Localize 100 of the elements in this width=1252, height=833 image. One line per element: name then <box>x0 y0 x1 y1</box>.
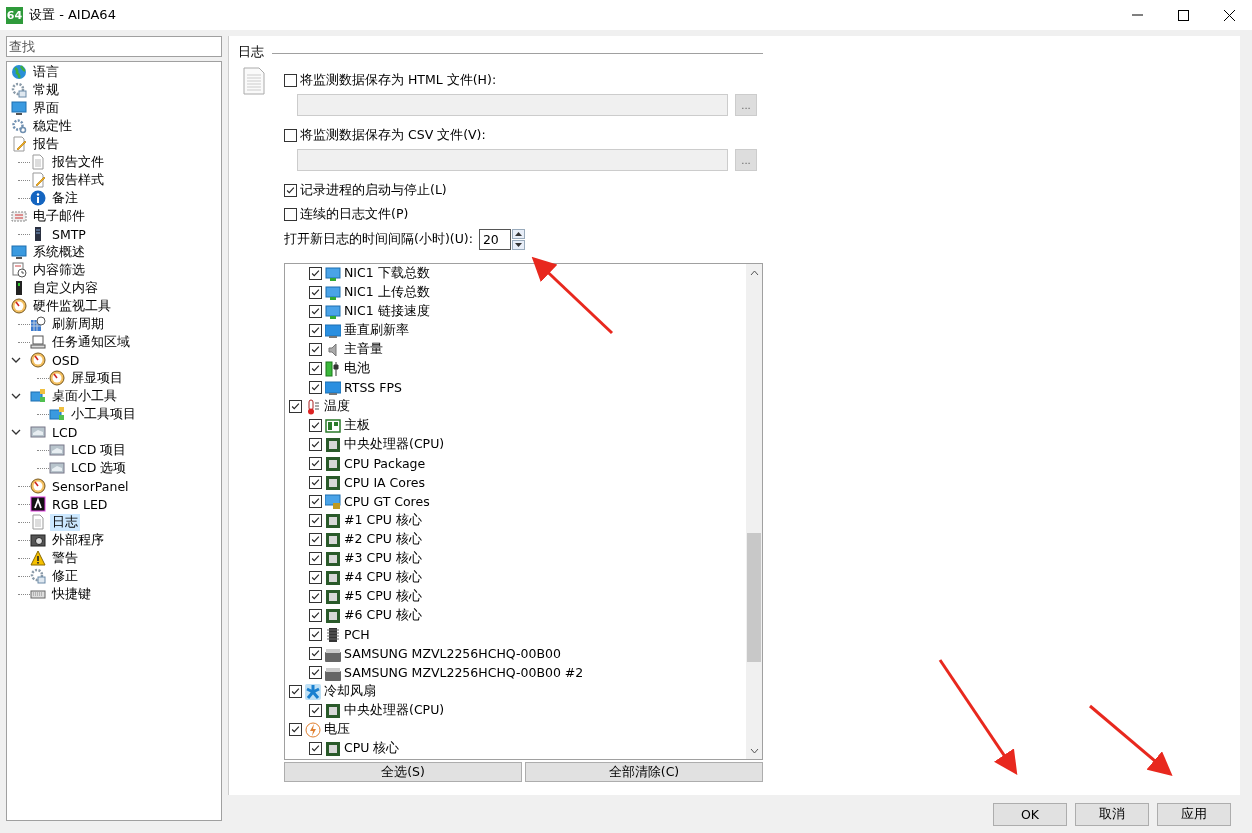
close-icon[interactable] <box>1223 9 1235 21</box>
list-button[interactable]: 全选(S) <box>284 762 522 782</box>
lcd-icon <box>49 460 65 476</box>
chevron-icon[interactable] <box>11 427 21 437</box>
dialog-button[interactable]: 应用 <box>1157 802 1231 826</box>
chip-icon <box>325 474 341 491</box>
tree-item[interactable]: 常规 <box>31 81 61 99</box>
checkbox[interactable] <box>309 419 322 432</box>
sensor-label: PCH <box>344 627 370 642</box>
checkbox[interactable] <box>309 457 322 470</box>
checkbox[interactable] <box>309 590 322 603</box>
checkbox[interactable] <box>309 647 322 660</box>
thermometer-icon <box>305 398 321 415</box>
scroll-thumb[interactable] <box>747 533 761 662</box>
fan-icon <box>305 683 321 700</box>
battery-plug-icon <box>325 360 341 377</box>
tree-item[interactable]: 警告 <box>50 549 80 567</box>
checkbox[interactable] <box>289 723 302 736</box>
checkbox[interactable] <box>284 207 297 221</box>
chevron-up-icon[interactable] <box>749 269 759 276</box>
dialog-button[interactable]: 取消 <box>1075 802 1149 826</box>
sensor-label: RTSS FPS <box>344 380 402 395</box>
checkbox[interactable] <box>309 305 322 318</box>
checkbox[interactable] <box>309 514 322 527</box>
tree-item[interactable]: LCD <box>50 424 80 440</box>
maximize-icon[interactable] <box>1177 9 1189 21</box>
tree-item[interactable]: 系统概述 <box>31 243 87 261</box>
checkbox[interactable] <box>309 343 322 356</box>
chevron-icon[interactable] <box>11 391 21 401</box>
chip-icon <box>325 531 341 548</box>
checkbox[interactable] <box>309 666 322 679</box>
checkbox-label: 将监测数据保存为 CSV 文件(V): <box>300 126 486 144</box>
tree-item[interactable]: SMTP <box>50 226 88 242</box>
search-field[interactable]: 查找 <box>6 36 222 57</box>
checkbox[interactable] <box>309 571 322 584</box>
checkbox[interactable] <box>309 609 322 622</box>
tree-item[interactable]: OSD <box>50 352 82 368</box>
checkbox[interactable] <box>289 400 302 413</box>
minimize-icon[interactable] <box>1131 14 1143 16</box>
tree-item[interactable]: 内容筛选 <box>31 261 87 279</box>
gauge-icon <box>30 352 46 368</box>
tree-item[interactable]: 刷新周期 <box>50 315 106 333</box>
circuit-board-icon <box>325 417 341 434</box>
dialog-button[interactable]: OK <box>993 802 1067 826</box>
tree-item[interactable]: 屏显项目 <box>69 369 125 387</box>
network-monitor-icon <box>325 284 341 301</box>
tree-item[interactable]: 报告样式 <box>50 171 106 189</box>
tree-item[interactable]: 外部程序 <box>50 531 106 549</box>
spin-down-button[interactable] <box>511 239 525 250</box>
checkbox[interactable] <box>309 704 322 717</box>
checkbox[interactable] <box>289 685 302 698</box>
tree-item[interactable]: 快捷键 <box>50 585 93 603</box>
scrollbar[interactable] <box>746 264 762 759</box>
tree-item[interactable]: RGB LED <box>50 496 110 512</box>
chip-icon <box>325 702 341 719</box>
checkbox[interactable] <box>284 73 297 87</box>
chevron-down-icon[interactable] <box>749 747 759 754</box>
checkbox[interactable] <box>309 381 322 394</box>
checkbox[interactable] <box>309 476 322 489</box>
tree-item[interactable]: 修正 <box>50 567 80 585</box>
tree-item[interactable]: 小工具项目 <box>69 405 138 423</box>
tree-item[interactable]: 备注 <box>50 189 80 207</box>
checkbox[interactable] <box>309 438 322 451</box>
checkbox[interactable] <box>309 628 322 641</box>
tree-item[interactable]: 任务通知区域 <box>50 333 132 351</box>
checkbox[interactable] <box>309 286 322 299</box>
checkbox[interactable] <box>309 552 322 565</box>
gauge-icon <box>11 298 27 314</box>
tree-item[interactable]: 桌面小工具 <box>50 387 119 405</box>
tree-item[interactable]: 报告 <box>31 135 61 153</box>
sensor-label: NIC1 上传总数 <box>344 284 430 301</box>
list-button[interactable]: 全部清除(C) <box>525 762 763 782</box>
tree-item[interactable]: 界面 <box>31 99 61 117</box>
checkbox[interactable] <box>309 495 322 508</box>
tree-item[interactable]: 硬件监视工具 <box>31 297 113 315</box>
tree-item[interactable]: SensorPanel <box>50 478 131 494</box>
sensor-label: #5 CPU 核心 <box>344 588 422 605</box>
laptop-icon <box>30 334 46 350</box>
lcd-icon <box>30 424 46 440</box>
tree-item[interactable]: LCD 项目 <box>69 441 129 459</box>
checkbox[interactable] <box>309 533 322 546</box>
tree-item[interactable]: 电子邮件 <box>31 207 87 225</box>
checkbox[interactable] <box>284 128 297 142</box>
checkbox[interactable] <box>309 742 322 755</box>
pencil-document-icon <box>30 172 46 188</box>
tree-item[interactable]: 日志 <box>50 513 80 531</box>
tree-item[interactable]: 稳定性 <box>31 117 74 135</box>
checkbox[interactable] <box>309 362 322 375</box>
spin-up-button[interactable] <box>511 228 525 239</box>
globe-icon <box>11 64 27 80</box>
interval-field[interactable]: 20 <box>478 228 511 250</box>
tree-item[interactable]: 自定义内容 <box>31 279 100 297</box>
tree-item[interactable]: 报告文件 <box>50 153 106 171</box>
checkbox[interactable] <box>284 183 297 197</box>
checkbox[interactable] <box>309 324 322 337</box>
sensor-label: #1 CPU 核心 <box>344 512 422 529</box>
chevron-icon[interactable] <box>11 355 21 365</box>
tree-item[interactable]: LCD 选项 <box>69 459 129 477</box>
checkbox[interactable] <box>309 267 322 280</box>
tree-item[interactable]: 语言 <box>31 63 61 81</box>
